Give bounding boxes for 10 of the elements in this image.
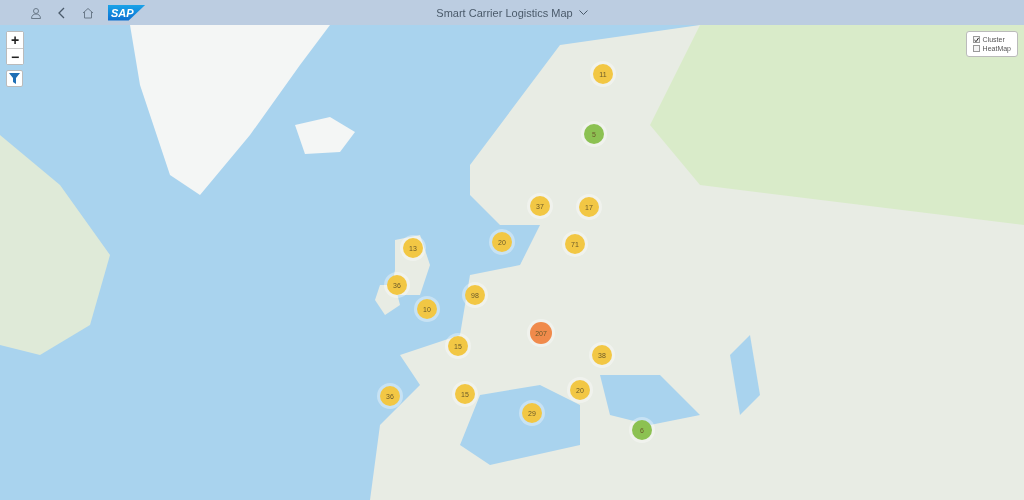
filter-icon bbox=[9, 73, 20, 84]
app-title[interactable]: Smart Carrier Logistics Map bbox=[436, 6, 573, 19]
checkbox[interactable] bbox=[972, 36, 980, 43]
logo[interactable]: SAP bbox=[108, 4, 146, 21]
chevron-down-icon[interactable] bbox=[578, 9, 588, 16]
checkbox[interactable] bbox=[972, 45, 980, 52]
zoom-out-button[interactable]: − bbox=[7, 48, 23, 64]
home-icon[interactable] bbox=[82, 6, 94, 19]
user-icon[interactable] bbox=[30, 6, 42, 19]
filter-button[interactable] bbox=[6, 70, 23, 87]
